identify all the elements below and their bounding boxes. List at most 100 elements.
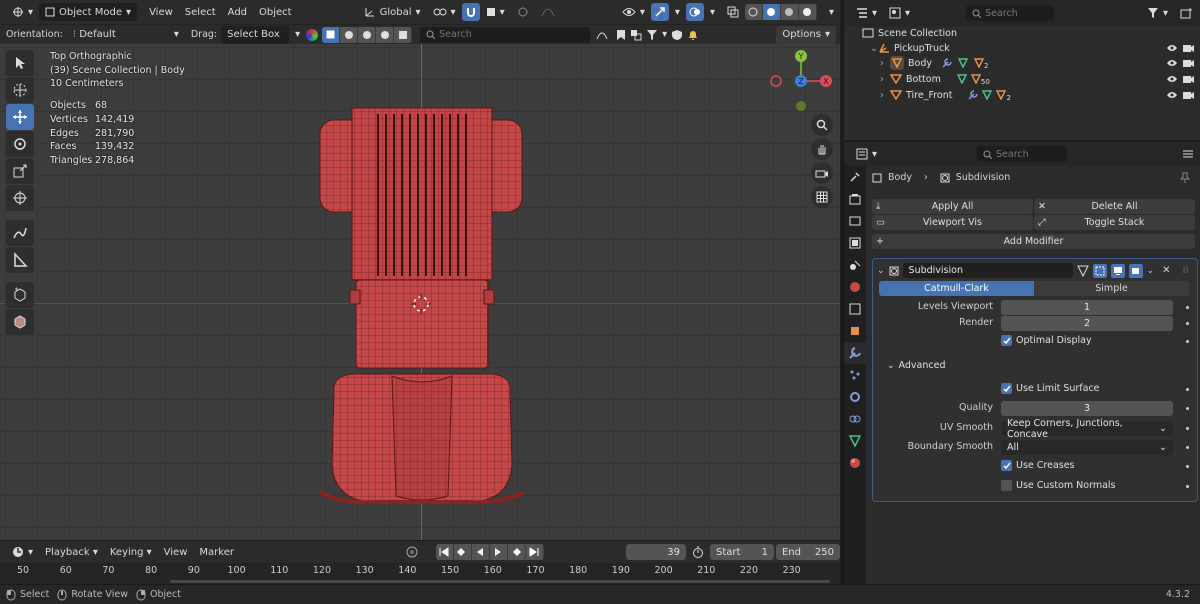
- orientation-dropdown[interactable]: ⁝ Default ▾: [67, 26, 185, 44]
- menu-playback[interactable]: Playback ▾: [39, 547, 104, 558]
- visibility-eye-icon[interactable]: [1166, 59, 1178, 67]
- outliner-scene-collection[interactable]: Scene Collection: [844, 25, 1200, 41]
- optimal-display-checkbox[interactable]: Optimal Display: [1001, 335, 1092, 346]
- tool-search-field[interactable]: Search: [420, 26, 591, 43]
- snap-increment-icon[interactable]: [590, 26, 614, 44]
- collapse-arrow-icon[interactable]: ⌄: [870, 43, 878, 54]
- visibility-icon[interactable]: ▾: [616, 3, 651, 21]
- menu-select[interactable]: Select: [179, 7, 222, 18]
- jump-keyframe-back-icon[interactable]: [454, 544, 472, 560]
- end-frame-field[interactable]: End 250: [775, 544, 840, 560]
- select-invert-icon[interactable]: [376, 26, 395, 43]
- viewport-vis-button[interactable]: ▭ Viewport Vis: [872, 215, 1033, 230]
- tool-tab-icon[interactable]: [844, 166, 866, 188]
- add-modifier-button[interactable]: + Add Modifier: [872, 234, 1195, 249]
- filter-icon[interactable]: ▾: [644, 26, 669, 44]
- play-reverse-icon[interactable]: [472, 544, 490, 560]
- layers-icon[interactable]: [628, 26, 644, 44]
- outliner-item-tire-front[interactable]: › Tire_Front 2: [844, 87, 1200, 103]
- menu-add[interactable]: Add: [222, 7, 253, 18]
- menu-timeline-view[interactable]: View: [158, 547, 194, 558]
- render-camera-icon[interactable]: [1182, 74, 1194, 84]
- animate-dot[interactable]: [1186, 485, 1189, 488]
- measure-tool-icon[interactable]: [6, 247, 34, 273]
- collection-tab-icon[interactable]: [844, 298, 866, 320]
- xray-toggle-icon[interactable]: [721, 3, 745, 21]
- edit-mode-icon[interactable]: [1076, 265, 1089, 277]
- drag-dropdown[interactable]: Select Box: [221, 25, 290, 44]
- pan-hand-icon[interactable]: [811, 138, 833, 160]
- output-tab-icon[interactable]: [844, 210, 866, 232]
- outliner-item-pickuptruck[interactable]: ⌄ PickupTruck: [844, 40, 1200, 56]
- object-tool-icon[interactable]: [6, 309, 34, 335]
- animate-dot[interactable]: [1186, 446, 1189, 449]
- uv-smooth-dropdown[interactable]: Keep Corners, Junctions, Concave ⌄: [1001, 418, 1173, 440]
- catmull-clark-option[interactable]: Catmull-Clark: [879, 281, 1034, 296]
- overlays-toggle-icon[interactable]: [685, 3, 704, 21]
- rendered-shading-icon[interactable]: [799, 4, 817, 20]
- timeline-editor-type-icon[interactable]: ▾: [6, 543, 39, 561]
- use-limit-surface-checkbox[interactable]: Use Limit Surface: [1001, 383, 1100, 394]
- bookmark-icon[interactable]: [614, 26, 628, 44]
- jump-keyframe-forward-icon[interactable]: [508, 544, 526, 560]
- animate-dot[interactable]: [1186, 322, 1189, 325]
- render-camera-icon[interactable]: [1182, 43, 1194, 53]
- outliner-filter-icon[interactable]: ▾: [1141, 4, 1174, 22]
- snap-toggle-icon[interactable]: [461, 3, 480, 21]
- mode-dropdown[interactable]: Object Mode ▾: [39, 3, 138, 21]
- shading-dropdown-icon[interactable]: ▾: [823, 3, 840, 21]
- proportional-edit-icon[interactable]: [511, 3, 535, 21]
- editor-type-button[interactable]: ▾: [6, 3, 39, 21]
- simple-option[interactable]: Simple: [1034, 281, 1189, 296]
- animate-dot[interactable]: [1186, 465, 1189, 468]
- rotate-tool-icon[interactable]: [6, 131, 34, 157]
- animate-dot[interactable]: [1186, 388, 1189, 391]
- drag-handle-icon[interactable]: ⁞⁞: [1182, 265, 1188, 276]
- outliner-item-bottom[interactable]: › Bottom 50: [844, 71, 1200, 87]
- properties-search-field[interactable]: Search: [977, 146, 1068, 162]
- render-levels-field[interactable]: 2: [1001, 316, 1173, 331]
- animate-dot[interactable]: [1186, 407, 1189, 410]
- gizmo-dropdown-icon[interactable]: ▾: [669, 3, 686, 21]
- bell-icon[interactable]: [685, 26, 701, 44]
- view-layer-tab-icon[interactable]: [844, 232, 866, 254]
- jump-start-icon[interactable]: [436, 544, 454, 560]
- visibility-eye-icon[interactable]: [1166, 75, 1178, 83]
- use-custom-normals-checkbox[interactable]: Use Custom Normals: [1001, 480, 1116, 491]
- scene-tab-icon[interactable]: [844, 254, 866, 276]
- world-tab-icon[interactable]: [844, 276, 866, 298]
- jump-end-icon[interactable]: [526, 544, 544, 560]
- drag-dropdown-arrow[interactable]: ▾: [289, 26, 306, 44]
- new-collection-icon[interactable]: [1174, 4, 1200, 22]
- levels-viewport-field[interactable]: 1: [1001, 300, 1173, 315]
- properties-editor-type-icon[interactable]: ▾: [850, 145, 883, 163]
- solid-shading-icon[interactable]: [762, 4, 781, 20]
- modifier-menu-icon[interactable]: ⌄: [1147, 266, 1155, 276]
- navigation-gizmo[interactable]: Y X Z: [766, 48, 836, 118]
- zoom-icon[interactable]: [811, 114, 833, 136]
- animate-dot[interactable]: [1186, 306, 1189, 309]
- realtime-display-icon[interactable]: [1110, 263, 1125, 278]
- falloff-icon[interactable]: [535, 3, 561, 21]
- select-extend-icon[interactable]: [340, 26, 359, 43]
- overlays-dropdown-icon[interactable]: ▾: [704, 3, 721, 21]
- boundary-smooth-dropdown[interactable]: All ⌄: [1001, 440, 1173, 455]
- visibility-eye-icon[interactable]: [1166, 44, 1178, 52]
- camera-view-icon[interactable]: [811, 162, 833, 184]
- modifier-name-field[interactable]: Subdivision: [902, 263, 1073, 278]
- particles-tab-icon[interactable]: [844, 364, 866, 386]
- menu-view[interactable]: View: [143, 7, 179, 18]
- physics-tab-icon[interactable]: [844, 386, 866, 408]
- gizmo-toggle-icon[interactable]: [650, 3, 669, 21]
- current-frame-field[interactable]: 39: [625, 544, 686, 560]
- pivot-point-icon[interactable]: ▾: [427, 3, 462, 21]
- render-camera-icon[interactable]: [1182, 90, 1194, 100]
- expand-arrow-icon[interactable]: ›: [880, 90, 890, 101]
- stopwatch-icon[interactable]: [686, 543, 710, 561]
- on-cage-icon[interactable]: [1092, 263, 1107, 278]
- collapse-chevron-icon[interactable]: ⌄: [877, 266, 885, 276]
- wireframe-shading-icon[interactable]: [745, 4, 763, 20]
- select-subtract-icon[interactable]: [358, 26, 377, 43]
- render-display-icon[interactable]: [1128, 263, 1143, 278]
- frame-ruler[interactable]: 50 60 70 80 90 100 110 120 130 140 150 160 170 180 190…: [0, 563, 840, 585]
